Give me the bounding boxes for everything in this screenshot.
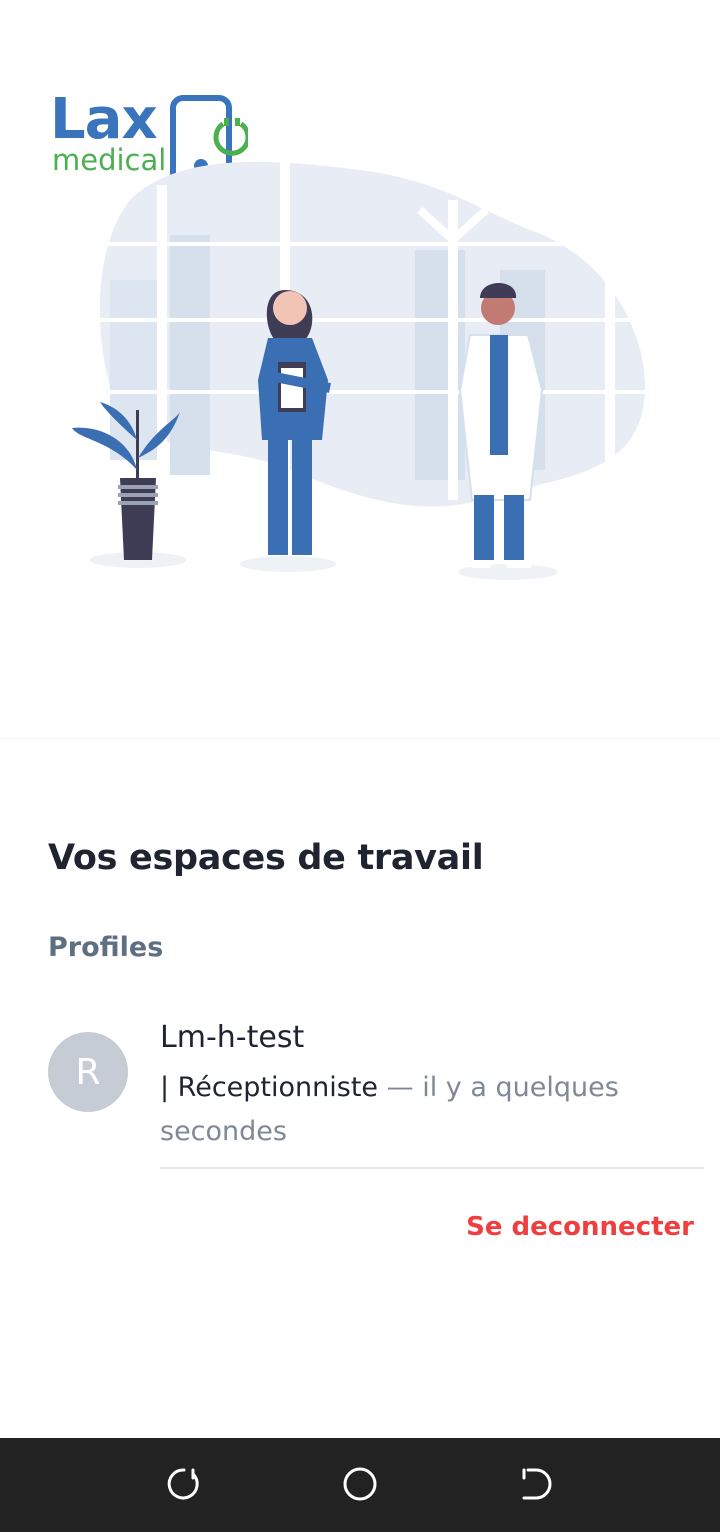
back-icon[interactable] (516, 1464, 556, 1504)
profile-role: | Réceptionniste (160, 1072, 379, 1103)
profile-name: Lm-h-test (160, 1020, 305, 1055)
hero-section: Lax medical (0, 0, 720, 740)
profile-meta: | Réceptionniste — il y a quelques secon… (160, 1066, 700, 1154)
profile-list-item[interactable]: R Lm-h-test | Réceptionniste — il y a qu… (48, 1020, 704, 1170)
logout-button[interactable]: Se deconnecter (466, 1212, 694, 1242)
divider (160, 1167, 704, 1169)
home-icon[interactable] (340, 1464, 380, 1504)
page-title: Vos espaces de travail (48, 838, 484, 878)
doctors-illustration (72, 150, 660, 580)
section-label-profiles: Profiles (48, 932, 164, 963)
avatar: R (48, 1032, 128, 1112)
recent-apps-icon[interactable] (164, 1464, 204, 1504)
system-navigation-bar (0, 1438, 720, 1532)
